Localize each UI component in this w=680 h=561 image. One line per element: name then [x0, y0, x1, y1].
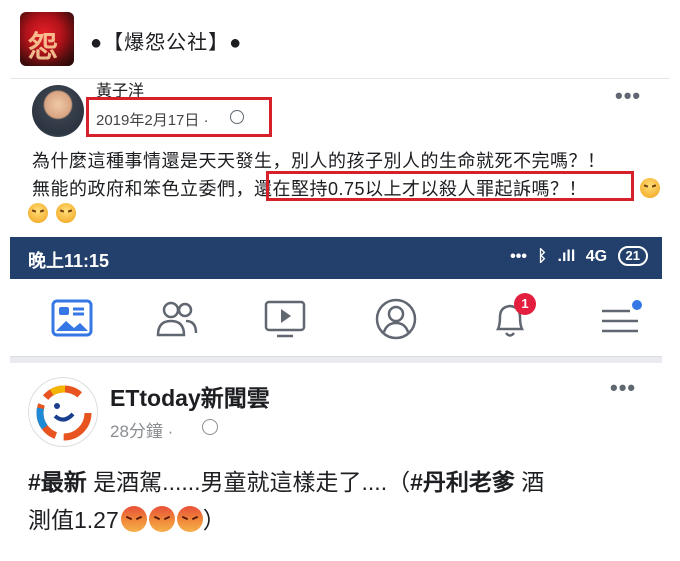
network-type: 4G	[585, 248, 608, 265]
ettoday-page-name[interactable]: ETtoday新聞雲	[110, 379, 270, 413]
ettoday-post: ETtoday新聞雲 28分鐘 · ••• #最新 是酒駕......男童就這樣…	[10, 363, 662, 561]
angry-emoji-icon	[120, 506, 147, 532]
more-options-button[interactable]: •••	[610, 375, 636, 401]
post-text-line2-prefix: 無能的政府和笨色立委們，	[32, 179, 254, 199]
post2-line2-text: 測值1.27	[28, 507, 119, 533]
avatar-glyph: 怨	[28, 30, 58, 65]
status-time: 晚上11:15	[28, 251, 110, 271]
post2-text-line1: #最新 是酒駕......男童就這樣走了....（#丹利老爹 酒	[28, 463, 544, 497]
angry-emoji-icon	[148, 506, 175, 532]
sad-emoji-icon	[28, 203, 48, 223]
menu-tab[interactable]	[598, 297, 642, 341]
hashtag-latest[interactable]: #最新	[28, 469, 87, 495]
bluetooth-icon: ᛒ	[537, 248, 548, 265]
ettoday-logo-icon	[36, 385, 92, 441]
emoji-row	[28, 203, 80, 228]
post-text-line1: 為什麼這種事情還是天天發生，別人的孩子別人的生命就死不完嗎？！	[32, 151, 606, 171]
date-highlight-box	[86, 97, 272, 137]
sad-emoji-icon	[640, 178, 660, 198]
watch-tab[interactable]	[263, 297, 307, 341]
page-avatar[interactable]: 怨	[20, 12, 74, 66]
signal-icon: .ıll	[557, 248, 576, 265]
angry-emoji-icon	[176, 506, 203, 532]
battery-icon: 21	[617, 246, 648, 266]
author-avatar[interactable]	[32, 85, 84, 137]
facebook-nav-bar: 1	[10, 279, 662, 357]
notification-badge: 1	[514, 293, 536, 315]
video-icon	[264, 300, 306, 338]
post-time[interactable]: 28分鐘 ·	[110, 417, 173, 442]
page-name[interactable]: ●【爆怨公社】●	[90, 26, 242, 55]
friends-icon	[156, 301, 198, 337]
post2-line2-close: ）	[202, 507, 226, 533]
status-dots: •••	[510, 248, 527, 265]
shared-post: 黃子洋 2019年2月17日 · ••• 為什麼這種事情還是天天發生，別人的孩子…	[10, 78, 670, 236]
quote-highlight-box	[266, 171, 634, 201]
more-options-button[interactable]: •••	[615, 83, 641, 109]
post2-text-part1: 是酒駕......男童就這樣走了....（	[86, 469, 411, 495]
post2-text-line2: 測值1.27 ）	[28, 501, 226, 535]
globe-icon	[202, 419, 218, 435]
profile-icon	[375, 298, 417, 340]
ettoday-logo[interactable]	[28, 377, 98, 447]
sad-emoji-icon	[56, 203, 77, 223]
notifications-tab[interactable]: 1	[488, 293, 536, 341]
page-header: 怨 ●【爆怨公社】●	[0, 0, 680, 78]
profile-tab[interactable]	[374, 297, 418, 341]
post2-text-part2: 酒	[514, 469, 545, 495]
news-feed-icon	[51, 299, 93, 337]
menu-icon	[602, 300, 642, 333]
status-icons: ••• ᛒ .ıll 4G 21	[504, 246, 648, 267]
news-feed-tab[interactable]	[50, 297, 94, 341]
hashtag-danli[interactable]: #丹利老爹	[410, 469, 515, 495]
friends-tab[interactable]	[155, 297, 199, 341]
phone-status-bar: 晚上11:15 ••• ᛒ .ıll 4G 21	[10, 237, 662, 279]
